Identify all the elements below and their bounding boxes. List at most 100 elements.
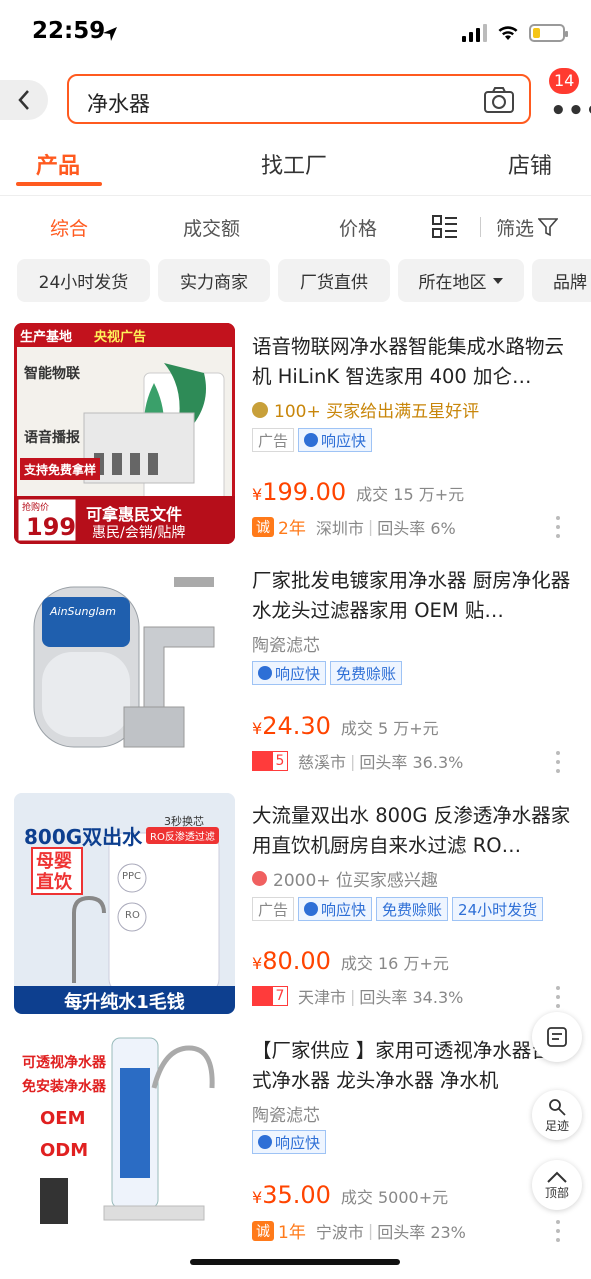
product-price: ¥80.00 成交 16 万+元	[252, 947, 449, 975]
product-image[interactable]: 可透视净水器 免安装净水器 OEM ODM	[14, 1028, 235, 1249]
merchant-level-icon: 5	[252, 751, 294, 771]
product-tags: 响应快 免费赊账	[252, 661, 403, 685]
sort-price[interactable]: 价格	[339, 214, 377, 241]
tabs-divider	[0, 195, 591, 196]
image-ppc: PPC	[122, 871, 142, 882]
product-more-icon[interactable]	[556, 1220, 560, 1242]
caret-down-icon	[492, 277, 503, 284]
image-text-4: ODM	[40, 1140, 89, 1161]
fast-response-tag: 响应快	[252, 1130, 327, 1154]
image-bottom2: 惠民/会销/贴牌	[92, 525, 186, 541]
chat-icon	[258, 666, 272, 680]
product-interest-line: 2000+ 位买家感兴趣	[252, 866, 438, 891]
free-credit-tag: 免费赊账	[330, 661, 403, 685]
free-credit-tag: 免费赊账	[376, 897, 449, 921]
chip-brand[interactable]: 品牌	[532, 259, 591, 302]
image-banner-left: 生产基地	[20, 330, 73, 345]
membership-years: 1年	[278, 1223, 306, 1243]
integrity-badge-icon: 诚	[252, 1220, 274, 1241]
fast-response-tag: 响应快	[298, 897, 373, 921]
product-price: ¥35.00 成交 5000+元	[252, 1181, 449, 1209]
image-brand: AinSunglam	[50, 605, 116, 618]
footprint-icon	[549, 1098, 566, 1116]
image-mother: 母婴直饮	[36, 851, 72, 893]
list-button[interactable]	[532, 1012, 582, 1062]
filter-button[interactable]: 筛选	[496, 214, 534, 241]
product-price: ¥199.00 成交 15 万+元	[252, 478, 465, 506]
product-image[interactable]: AinSunglam	[14, 557, 235, 778]
product-subtitle: 陶瓷滤芯	[252, 1106, 320, 1126]
product-title[interactable]: 语音物联网净水器智能集成水路物云机 HiLinK 智选家用 400 加仑…	[252, 332, 572, 392]
active-tab-indicator	[16, 182, 102, 186]
chat-icon	[304, 433, 319, 447]
product-title[interactable]: 大流量双出水 800G 反渗透净水器家用直饮机厨房自来水过滤 RO…	[252, 801, 572, 861]
product-tags: 广告 响应快	[252, 428, 373, 452]
merchant-level-icon: 7	[252, 986, 294, 1006]
chip-region[interactable]: 所在地区	[398, 259, 524, 302]
membership-years: 2年	[278, 519, 306, 539]
product-tags: 响应快	[252, 1130, 327, 1154]
product-image[interactable]: 800G双出水 3秒换芯 RO反渗透过滤 母婴直饮 PPC RO 每升纯水1毛钱	[14, 793, 235, 1014]
footprint-button[interactable]: 足迹	[532, 1090, 582, 1140]
signal-icon	[462, 24, 487, 42]
ad-tag: 广告	[252, 428, 295, 452]
product-subtitle: 陶瓷滤芯	[252, 636, 320, 656]
back-to-top-button[interactable]: 顶部	[532, 1160, 582, 1210]
more-icon[interactable]: •••	[550, 96, 591, 126]
chip-factory-direct[interactable]: 厂货直供	[278, 259, 390, 302]
product-price: ¥24.30 成交 5 万+元	[252, 712, 439, 740]
search-input[interactable]: 净水器	[67, 74, 531, 124]
image-text-1: 可透视净水器	[22, 1055, 106, 1071]
product-meta: 7 天津市 | 回头率 34.3%	[252, 984, 463, 1008]
product-title[interactable]: 厂家批发电镀家用净水器 厨房净化器水龙头过滤器家用 OEM 贴…	[252, 566, 572, 626]
image-price-tag: 199	[26, 513, 77, 541]
product-more-icon[interactable]	[556, 516, 560, 538]
image-line2: 语音播报	[24, 430, 80, 446]
integrity-badge-icon: 诚	[252, 516, 274, 537]
camera-icon[interactable]	[483, 86, 515, 118]
location: 宁波市	[315, 1222, 364, 1242]
repurchase-rate: 回头率 6%	[377, 518, 456, 538]
repurchase-rate: 回头率 36.3%	[359, 753, 464, 772]
tab-shops[interactable]: 店铺	[508, 148, 552, 180]
message-count-badge[interactable]: 14	[549, 68, 580, 94]
image-banner-right: 央视广告	[94, 330, 147, 345]
location-arrow-icon	[102, 26, 118, 46]
image-text-3: OEM	[40, 1108, 86, 1129]
image-line1: 智能物联	[24, 366, 80, 382]
grid-view-icon[interactable]	[432, 214, 458, 244]
product-tags: 广告 响应快 免费赊账 24小时发货	[252, 897, 544, 921]
sort-turnover[interactable]: 成交额	[183, 214, 240, 241]
battery-icon	[529, 24, 568, 42]
ad-tag: 广告	[252, 897, 295, 921]
home-indicator	[190, 1259, 400, 1265]
product-image[interactable]: 生产基地 央视广告 智能物联 语音播报 支持免费拿样 抢购价 199 可拿惠民文…	[14, 323, 235, 544]
image-ro-label: RO	[125, 910, 140, 921]
image-text-2: 免安装净水器	[22, 1079, 106, 1095]
chat-icon	[258, 1135, 272, 1149]
image-bottom: 每升纯水1毛钱	[64, 992, 185, 1013]
sort-separator	[480, 217, 481, 237]
location: 深圳市	[315, 518, 364, 538]
chip-strong-merchant[interactable]: 实力商家	[158, 259, 270, 302]
repurchase-rate: 回头率 34.3%	[359, 988, 464, 1007]
sort-comprehensive[interactable]: 综合	[50, 214, 88, 241]
product-more-icon[interactable]	[556, 986, 560, 1008]
product-title[interactable]: 【厂家供应 】家用可透视净水器台式净水器 龙头净水器 净水机	[252, 1036, 552, 1096]
product-meta: 诚 2年 深圳市 | 回头率 6%	[252, 514, 456, 539]
chat-icon	[304, 902, 319, 916]
tab-factories[interactable]: 找工厂	[261, 148, 327, 180]
product-more-icon[interactable]	[556, 751, 560, 773]
24h-shipping-tag: 24小时发货	[452, 897, 544, 921]
fast-response-tag: 响应快	[252, 661, 327, 685]
tab-products[interactable]: 产品	[36, 148, 80, 180]
chip-24h-shipping[interactable]: 24小时发货	[17, 259, 150, 302]
status-icons	[462, 24, 568, 42]
funnel-icon[interactable]	[537, 217, 559, 241]
back-button[interactable]	[0, 80, 48, 120]
notes-icon	[547, 1027, 567, 1047]
smile-icon	[252, 401, 268, 418]
location: 慈溪市	[298, 753, 347, 772]
image-cta: 支持免费拿样	[24, 463, 97, 477]
wifi-icon	[498, 26, 518, 40]
